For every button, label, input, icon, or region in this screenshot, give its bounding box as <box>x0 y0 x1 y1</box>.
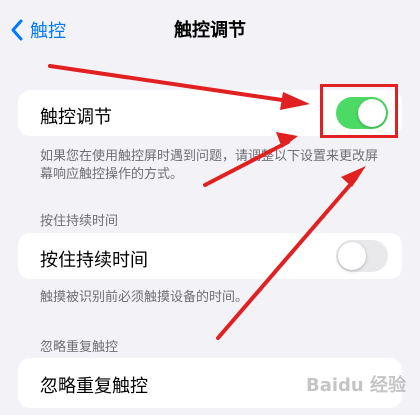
annotation-arrow <box>48 64 284 102</box>
annotation-arrows <box>48 64 366 340</box>
watermark: Baidu 经验 <box>305 375 406 396</box>
annotation-arrow <box>203 140 290 187</box>
arrowhead-icon <box>341 166 366 187</box>
annotation-arrow <box>216 176 358 340</box>
arrowhead-icon <box>280 92 310 110</box>
